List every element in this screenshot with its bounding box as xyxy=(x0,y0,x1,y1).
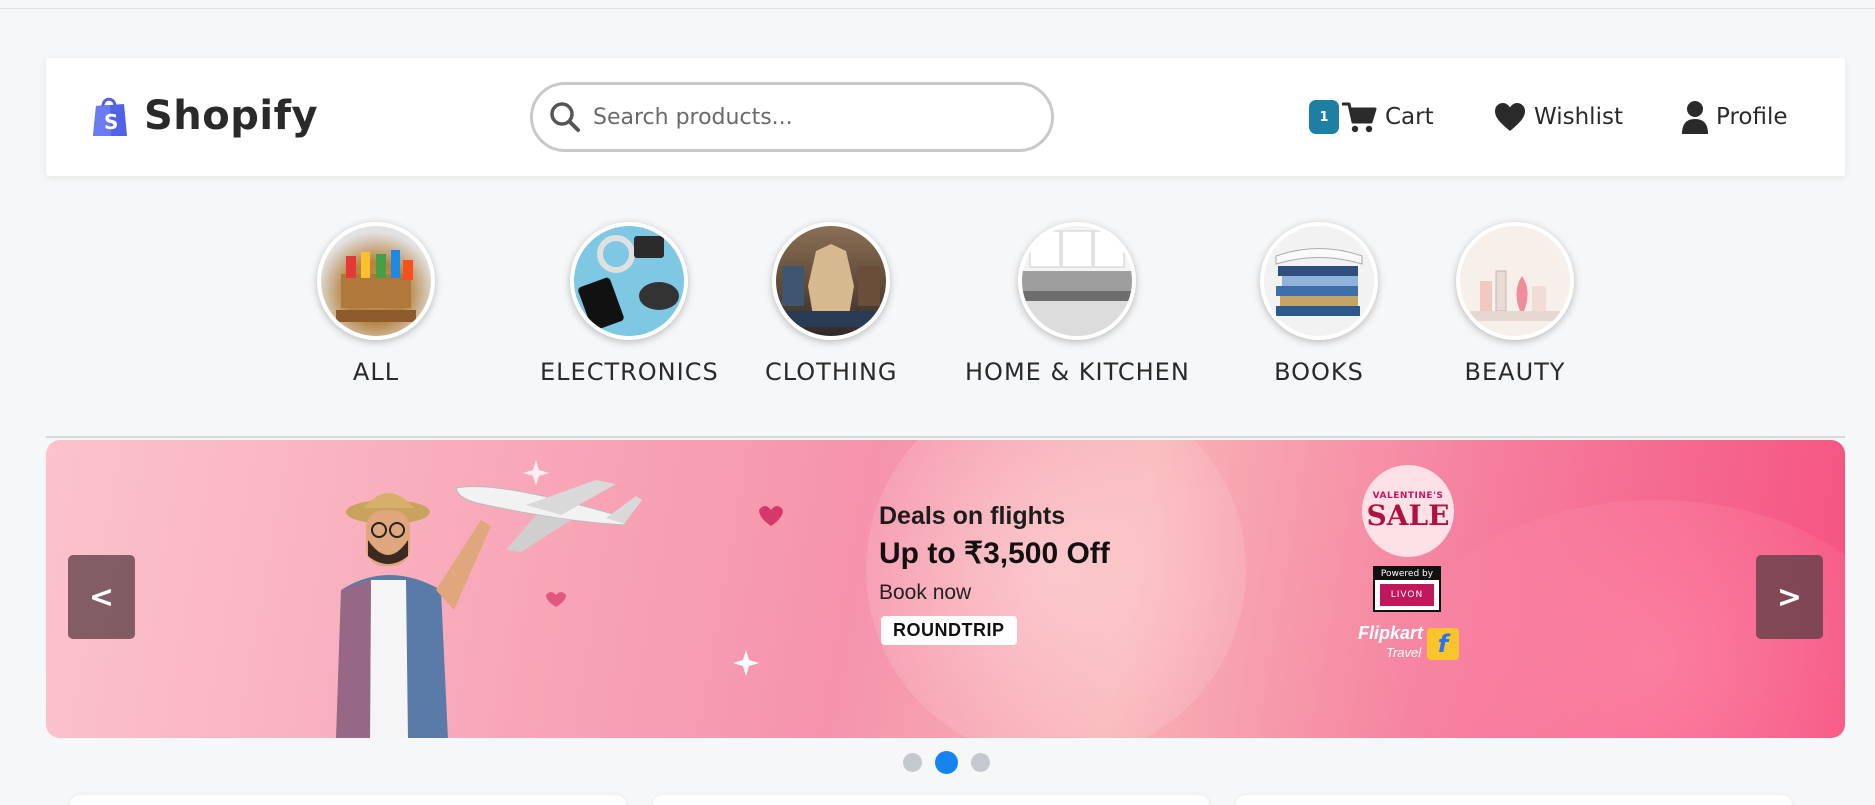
kitchen-image xyxy=(1018,222,1137,340)
category-label: ELECTRONICS xyxy=(540,358,719,386)
logo[interactable]: S Shopify xyxy=(90,93,318,139)
cart-icon xyxy=(1342,102,1377,133)
flipkart-travel-label: Travel xyxy=(1386,645,1422,660)
carousel-dot[interactable] xyxy=(971,753,990,772)
groceries-image xyxy=(317,222,435,340)
logo-text: Shopify xyxy=(144,93,319,139)
flipkart-brand: Flipkart xyxy=(1358,623,1424,643)
valentines-sale-badge: VALENTINE'S SALE xyxy=(1362,465,1454,557)
category-all[interactable]: ALL xyxy=(317,222,435,386)
category-label: ALL xyxy=(352,358,400,386)
deal-headline: Up to ₹3,500 Off xyxy=(879,537,1110,570)
wishlist-label: Wishlist xyxy=(1534,104,1623,130)
traveler-illustration xyxy=(336,460,783,738)
profile-link[interactable]: Profile xyxy=(1682,100,1788,134)
promo-banner[interactable]: Deals on flights Up to ₹3,500 Off Book n… xyxy=(46,440,1845,738)
category-electronics[interactable]: ELECTRONICS xyxy=(540,222,719,386)
profile-label: Profile xyxy=(1716,104,1788,130)
cart-link[interactable]: 1 Cart xyxy=(1309,100,1434,134)
svg-text:S: S xyxy=(104,110,118,134)
search-input[interactable] xyxy=(593,104,1013,130)
shopping-bag-icon: S xyxy=(93,97,127,136)
category-beauty[interactable]: BEAUTY xyxy=(1456,222,1574,386)
category-label: BEAUTY xyxy=(1464,358,1566,386)
category-label: BOOKS xyxy=(1274,358,1364,386)
person-illustration xyxy=(336,493,491,738)
product-card[interactable] xyxy=(1236,795,1792,805)
books-image xyxy=(1260,222,1378,340)
beauty-image xyxy=(1456,222,1574,340)
user-icon xyxy=(1682,101,1708,134)
flipkart-logo-icon: f xyxy=(1427,628,1459,660)
carousel-dot-active[interactable] xyxy=(935,751,958,774)
cart-label: Cart xyxy=(1385,104,1434,130)
heart-icon xyxy=(1495,103,1525,131)
product-card[interactable] xyxy=(70,795,626,805)
section-divider xyxy=(46,436,1845,438)
site-header: S Shopify 1 Cart Wishlist Profile xyxy=(46,58,1845,176)
top-border xyxy=(0,0,1875,9)
cart-count-badge: 1 xyxy=(1309,100,1339,134)
deal-title: Deals on flights xyxy=(879,502,1066,530)
electronics-image xyxy=(570,222,689,340)
deal-subtext: Book now xyxy=(879,581,972,604)
product-card[interactable] xyxy=(653,795,1209,805)
search-box[interactable] xyxy=(530,82,1054,152)
carousel-next-button[interactable]: > xyxy=(1756,555,1823,639)
category-books[interactable]: BOOKS xyxy=(1260,222,1378,386)
category-label: HOME & KITCHEN xyxy=(965,358,1190,386)
category-clothing[interactable]: CLOTHING xyxy=(765,222,898,386)
search-icon xyxy=(550,102,580,132)
roundtrip-tag: ROUNDTRIP xyxy=(881,616,1017,645)
wishlist-link[interactable]: Wishlist xyxy=(1494,102,1623,132)
carousel-indicators xyxy=(903,751,990,774)
powered-by-badge: Powered by LIVON xyxy=(1373,566,1441,612)
category-label: CLOTHING xyxy=(765,358,898,386)
carousel-prev-button[interactable]: < xyxy=(68,555,135,639)
category-home-kitchen[interactable]: HOME & KITCHEN xyxy=(965,222,1190,386)
clothing-image xyxy=(772,222,891,340)
carousel-dot[interactable] xyxy=(903,753,922,772)
